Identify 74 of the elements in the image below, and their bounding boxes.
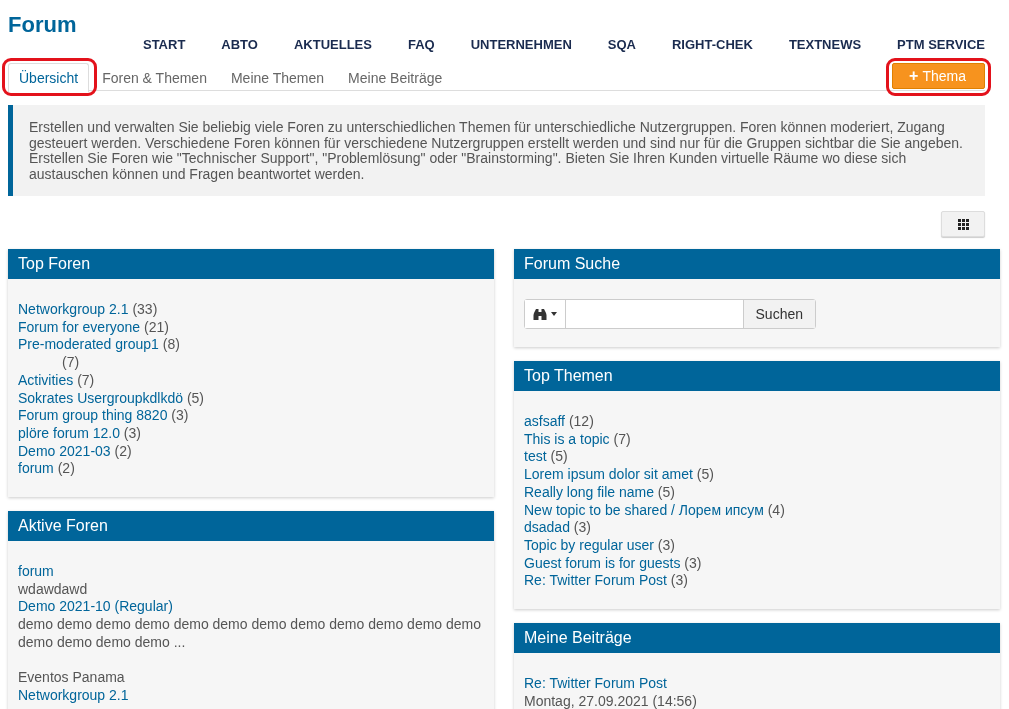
topic-link[interactable]: asfsaff <box>524 413 565 429</box>
panel-header: Top Foren <box>8 249 494 279</box>
binoculars-icon <box>533 307 547 321</box>
grid-icon <box>957 218 969 230</box>
count-text: (2) <box>114 442 132 459</box>
topic-link[interactable]: Really long file name <box>524 483 654 500</box>
count-text: (3) <box>171 407 189 424</box>
page-title: Forum <box>8 12 77 38</box>
nav-link[interactable]: PTM SERVICE <box>861 37 985 52</box>
count-text: (3) <box>684 554 702 571</box>
count-text: (5) <box>550 448 568 465</box>
forum-link[interactable]: forum <box>18 460 54 477</box>
count-text: (4) <box>767 501 785 518</box>
panel-header: Meine Beiträge <box>514 623 1000 654</box>
forum-link[interactable]: Demo 2021-10 (Regular) <box>18 598 484 617</box>
topic-link[interactable]: test <box>524 448 547 465</box>
tab[interactable]: Foren & Themen <box>91 63 218 91</box>
topic-link[interactable]: Lorem ipsum dolor sit amet <box>524 466 693 483</box>
nav-link[interactable]: TEXTNEWS <box>752 37 862 52</box>
info-text: Erstellen und verwalten Sie beliebig viele Foren zu unterschiedlichen Themen für unterschiedliche Nutzergruppen. Foren können moderiert, Zugang gesteuert werden. Verschiedene Foren können für verschiedene Nutzergruppen erstellt werden und sind nur für die Gruppen sichtbar die Sie angeben. Erstellen Sie Foren wie "Technischer Support", "Problemlösung" oder "Brainstorming". Bieten Sie Ihren Kunden virtuelle Räume wo diese sich austauschen können und Fragen beantwortet werden. <box>8 105 985 196</box>
tab[interactable]: Übersicht <box>8 63 90 92</box>
forum-link[interactable]: Pre-moderated group1 <box>18 336 159 353</box>
count-text: (5) <box>186 389 204 406</box>
forum-link[interactable]: Forum for everyone <box>18 318 141 335</box>
forum-link[interactable]: plöre forum 12.0 <box>18 424 120 441</box>
topic-link[interactable]: Topic by regular user <box>524 536 654 553</box>
topic-link[interactable]: dsadad <box>524 519 570 536</box>
panel-header: Top Themen <box>514 361 1000 391</box>
count-text: (3) <box>670 572 688 589</box>
search-button[interactable]: Suchen <box>742 300 815 328</box>
tab[interactable]: Meine Themen <box>219 63 336 91</box>
topic-link[interactable]: Re: Twitter Forum Post <box>524 572 667 589</box>
tab[interactable]: Meine Beiträge <box>337 63 454 91</box>
panel-header: Aktive Foren <box>8 511 494 542</box>
forum-description: wdawdawd <box>18 580 89 599</box>
nav-link[interactable]: AKTUELLES <box>257 37 372 52</box>
count-text: (3) <box>657 536 675 553</box>
forum-link[interactable]: Forum group thing 8820 <box>18 407 168 424</box>
forum-link[interactable]: Sokrates Usergroupkdlkdö <box>18 389 183 406</box>
count-text: (7) <box>77 371 95 388</box>
topic-link[interactable]: Guest forum is for guests <box>524 554 681 571</box>
topic-link[interactable]: This is a topic <box>524 430 610 447</box>
nav-link[interactable]: RIGHT-CHEK <box>636 37 753 52</box>
forum-description: Eventos Panama <box>18 669 126 687</box>
search-field[interactable]: Suchen <box>524 299 816 329</box>
nav-link[interactable]: SQA <box>571 37 636 52</box>
count-text: (21) <box>144 318 169 335</box>
forum-link[interactable]: Activities <box>18 371 74 388</box>
count-text: (7) <box>62 354 80 371</box>
count-text: (2) <box>57 460 75 477</box>
forum-description: demo demo demo demo demo demo demo demo demo demo demo demo demo demo demo demo ... <box>18 616 483 652</box>
forum-link[interactable]: Demo 2021-03 <box>18 442 111 459</box>
count-text: (5) <box>657 483 675 500</box>
search-scope-dropdown[interactable] <box>525 300 566 328</box>
nav-link[interactable]: FAQ <box>371 37 435 52</box>
forum-link[interactable]: Networkgroup 2.1 <box>18 686 484 705</box>
count-text: (3) <box>573 519 591 536</box>
post-date: Montag, 27.09.2021 (14:56) <box>524 692 698 709</box>
panel-header: Forum Suche <box>514 249 1000 279</box>
count-text: (3) <box>123 424 141 441</box>
count-text: (8) <box>162 336 180 353</box>
count-text: (5) <box>696 466 714 483</box>
forum-link[interactable]: forum <box>18 563 484 581</box>
count-text: (33) <box>132 301 158 317</box>
nav-link[interactable]: START <box>106 37 186 52</box>
nav-link[interactable]: ABTO <box>185 37 258 52</box>
grid-view-button[interactable] <box>941 211 985 237</box>
forum-link[interactable]: Networkgroup 2.1 <box>18 301 129 317</box>
nav-link[interactable]: UNTERNEHMEN <box>434 37 572 52</box>
caret-icon <box>551 312 557 316</box>
count-text: (7) <box>613 430 631 447</box>
topic-link[interactable]: New topic to be shared / Лорем ипсум <box>524 501 764 518</box>
count-text: (12) <box>568 413 594 429</box>
post-link[interactable]: Re: Twitter Forum Post <box>524 675 990 693</box>
